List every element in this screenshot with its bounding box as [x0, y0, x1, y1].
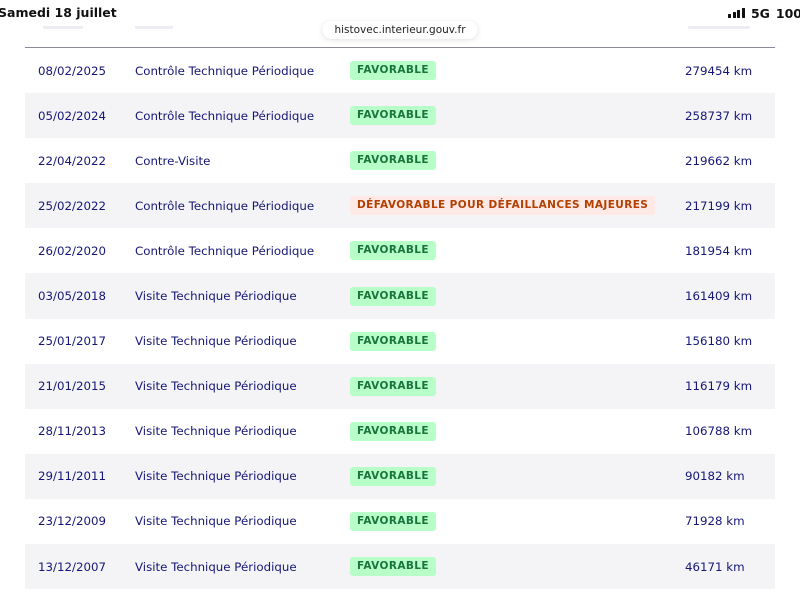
row-mileage: 258737 km [685, 108, 753, 123]
row-result-cell: FAVORABLE [350, 331, 436, 351]
row-control-type: Visite Technique Périodique [135, 334, 297, 349]
defavorable-badge: DÉFAVORABLE POUR DÉFAILLANCES MAJEURES [350, 196, 656, 216]
row-control-type: Contre-Visite [135, 153, 211, 168]
row-date: 23/12/2009 [38, 514, 106, 529]
row-mileage: 116179 km [685, 379, 753, 394]
row-mileage: 46171 km [685, 559, 745, 574]
favorable-badge: FAVORABLE [350, 106, 436, 126]
row-result-cell: FAVORABLE [350, 286, 436, 306]
row-mileage: 161409 km [685, 289, 753, 304]
favorable-badge: FAVORABLE [350, 286, 436, 306]
row-result-cell: FAVORABLE [350, 241, 436, 261]
table-row: 05/02/2024 Contrôle Technique Périodique F… [25, 93, 775, 139]
table-row: 22/04/2022 Contre-Visite FAVORABLE 219662 k… [25, 138, 775, 183]
row-date: 26/02/2020 [38, 243, 106, 258]
table-row: 26/02/2020 Contrôle Technique Périodique F… [25, 228, 775, 273]
row-date: 08/02/2025 [38, 63, 106, 78]
row-date: 22/04/2022 [38, 153, 106, 168]
favorable-badge: FAVORABLE [350, 331, 436, 351]
table-row: 23/12/2009 Visite Technique Périodique FAV… [25, 499, 775, 544]
row-result-cell: DÉFAVORABLE POUR DÉFAILLANCES MAJEURES [350, 196, 656, 216]
row-control-type: Contrôle Technique Périodique [135, 108, 315, 123]
row-date: 13/12/2007 [38, 559, 106, 574]
favorable-badge: FAVORABLE [350, 376, 436, 396]
row-result-cell: FAVORABLE [350, 511, 436, 531]
row-result-cell: FAVORABLE [350, 151, 436, 171]
row-mileage: 219662 km [685, 153, 753, 168]
favorable-badge: FAVORABLE [350, 511, 436, 531]
row-result-cell: FAVORABLE [350, 61, 436, 81]
row-date: 25/02/2022 [38, 198, 106, 213]
row-control-type: Contrôle Technique Périodique [135, 198, 315, 213]
row-mileage: 181954 km [685, 243, 753, 258]
row-result-cell: FAVORABLE [350, 106, 436, 126]
url-bar[interactable]: histovec.interieur.gouv.fr [322, 21, 478, 39]
row-date: 21/01/2015 [38, 379, 106, 394]
row-mileage: 90182 km [685, 469, 745, 484]
row-control-type: Visite Technique Périodique [135, 469, 297, 484]
favorable-badge: FAVORABLE [350, 151, 436, 171]
favorable-badge: FAVORABLE [350, 421, 436, 441]
battery-percent: 100 [775, 5, 800, 21]
row-mileage: 279454 km [685, 63, 753, 78]
row-mileage: 71928 km [685, 514, 745, 529]
status-date: Samedi 18 juillet [0, 5, 117, 20]
row-date: 29/11/2011 [38, 469, 106, 484]
network-type: 5G [750, 5, 770, 21]
table-row: 13/12/2007 Visite Technique Périodique FAV… [25, 544, 775, 590]
row-control-type: Visite Technique Périodique [135, 514, 297, 529]
table-row: 03/05/2018 Visite Technique Périodique FAV… [25, 273, 775, 319]
favorable-badge: FAVORABLE [350, 466, 436, 486]
control-history-table: 08/02/2025 Contrôle Technique Périodique F… [25, 48, 775, 590]
row-mileage: 106788 km [685, 424, 753, 439]
table-row: 08/02/2025 Contrôle Technique Périodique F… [25, 48, 775, 93]
table-row: 25/01/2017 Visite Technique Périodique FAV… [25, 319, 775, 364]
table-row: 28/11/2013 Visite Technique Périodique FAV… [25, 409, 775, 454]
row-date: 28/11/2013 [38, 424, 106, 439]
row-mileage: 217199 km [685, 198, 753, 213]
row-result-cell: FAVORABLE [350, 466, 436, 486]
row-control-type: Visite Technique Périodique [135, 289, 297, 304]
row-result-cell: FAVORABLE [350, 376, 436, 396]
row-mileage: 156180 km [685, 334, 753, 349]
table-row: 21/01/2015 Visite Technique Périodique FAV… [25, 363, 775, 409]
favorable-badge: FAVORABLE [350, 241, 436, 261]
table-row: 29/11/2011 Visite Technique Périodique FAV… [25, 453, 775, 499]
favorable-badge: FAVORABLE [350, 61, 436, 81]
row-result-cell: FAVORABLE [350, 421, 436, 441]
cellular-signal-icon [728, 8, 745, 18]
status-indicators: 5G 100 [728, 5, 800, 21]
row-control-type: Visite Technique Périodique [135, 424, 297, 439]
row-date: 25/01/2017 [38, 334, 106, 349]
favorable-badge: FAVORABLE [350, 557, 436, 577]
row-control-type: Contrôle Technique Périodique [135, 243, 315, 258]
row-control-type: Contrôle Technique Périodique [135, 63, 315, 78]
row-result-cell: FAVORABLE [350, 557, 436, 577]
table-row: 25/02/2022 Contrôle Technique Périodique D… [25, 183, 775, 229]
row-control-type: Visite Technique Périodique [135, 379, 297, 394]
row-date: 05/02/2024 [38, 108, 106, 123]
row-control-type: Visite Technique Périodique [135, 559, 297, 574]
row-date: 03/05/2018 [38, 289, 106, 304]
